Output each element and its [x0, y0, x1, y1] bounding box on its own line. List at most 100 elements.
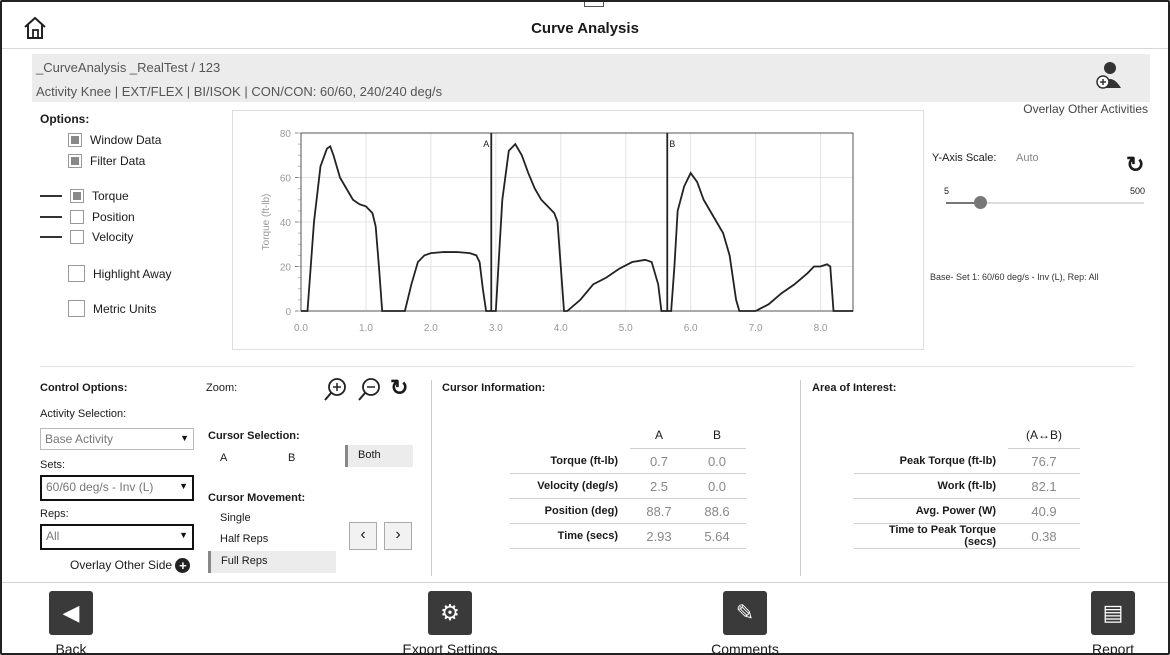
half-reps-option[interactable]: Half Reps: [220, 533, 268, 545]
area-of-interest-title: Area of Interest:: [812, 382, 897, 394]
x-tick-label: 3.0: [489, 323, 503, 334]
sets-dropdown[interactable]: 60/60 deg/s - Inv (L) ▼: [40, 475, 194, 501]
x-tick-label: 0.0: [294, 323, 308, 334]
metric-units-label: Metric Units: [93, 301, 157, 316]
next-button[interactable]: ›: [384, 522, 412, 550]
back-arrow-icon: ◀: [49, 591, 93, 635]
y-tick-label: 40: [280, 218, 292, 229]
reps-value: All: [46, 529, 60, 543]
window-data-option[interactable]: Window Data: [68, 133, 161, 147]
table-row: Time to Peak Torque (secs) 0.38: [854, 523, 1080, 549]
activity-description: Activity Knee | EXT/FLEX | BI/ISOK | CON…: [36, 84, 443, 99]
slider-min-label: 5: [944, 186, 950, 196]
y-axis-title: Torque (ft-lb): [261, 194, 272, 251]
torque-option[interactable]: Torque: [40, 189, 129, 203]
section-divider: [40, 366, 1134, 367]
export-settings-button[interactable]: ⚙ Export Settings: [400, 591, 500, 653]
zoom-reset-icon[interactable]: ↻: [390, 375, 408, 401]
velocity-label: Velocity: [92, 230, 134, 244]
cursor-b-value: 5.64: [688, 523, 746, 549]
y-scale-slider-thumb[interactable]: [974, 196, 987, 209]
y-tick-label: 80: [280, 129, 292, 140]
row-label: Torque (ft-lb): [510, 448, 630, 474]
full-reps-option[interactable]: Full Reps: [208, 551, 336, 573]
activity-selection-dropdown[interactable]: Base Activity ▼: [40, 428, 194, 450]
chevron-down-icon: ▼: [180, 433, 189, 443]
cursor-b-value: 0.0: [688, 448, 746, 474]
control-options-title: Control Options:: [40, 382, 128, 394]
overlay-other-side-label: Overlay Other Side: [70, 558, 173, 572]
zoom-out-icon[interactable]: [356, 377, 382, 403]
single-option[interactable]: Single: [220, 512, 251, 524]
y-tick-label: 0: [285, 307, 291, 318]
x-tick-label: 1.0: [359, 323, 373, 334]
table-row: Work (ft-lb) 82.1: [854, 473, 1080, 499]
sets-label: Sets:: [40, 459, 66, 471]
highlight-away-option[interactable]: Highlight Away: [68, 265, 172, 282]
cursor-a-option[interactable]: A: [220, 452, 227, 464]
table-row: Position (deg) 88.7 88.6: [510, 498, 746, 524]
comments-button[interactable]: ✎ Comments: [702, 591, 788, 653]
test-path: _CurveAnalysis _RealTest / 123: [36, 60, 221, 75]
overlay-activities-button[interactable]: Overlay Other Activities: [1023, 102, 1148, 116]
options-title: Options:: [40, 112, 90, 126]
aoi-value: 76.7: [1008, 448, 1080, 474]
reps-dropdown[interactable]: All ▼: [40, 524, 194, 550]
table-row: Velocity (deg/s) 2.5 0.0: [510, 473, 746, 499]
metric-units-checkbox[interactable]: [68, 300, 85, 317]
x-tick-label: 2.0: [424, 323, 438, 334]
overlay-user-icon[interactable]: [1094, 60, 1124, 90]
page-title: Curve Analysis: [531, 20, 639, 37]
base-set-info: Base- Set 1: 60/60 deg/s - Inv (L), Rep:…: [930, 272, 1099, 282]
x-tick-label: 8.0: [814, 323, 828, 334]
cursor-both-option[interactable]: Both: [345, 445, 413, 467]
cursor-a-value: 0.7: [630, 448, 688, 474]
metric-units-option[interactable]: Metric Units: [68, 300, 156, 317]
bottom-toolbar: ◀ Back ⚙ Export Settings ✎ Comments ▤ Re…: [2, 582, 1168, 655]
velocity-checkbox[interactable]: [70, 230, 84, 244]
section-divider: [800, 380, 801, 576]
velocity-option[interactable]: Velocity: [40, 230, 133, 244]
zoom-in-icon[interactable]: [322, 377, 348, 403]
row-label: Work (ft-lb): [854, 473, 1008, 499]
cursor-b-option[interactable]: B: [288, 452, 295, 464]
position-option[interactable]: Position: [40, 210, 135, 224]
highlight-away-checkbox[interactable]: [68, 265, 85, 282]
row-label: Avg. Power (W): [854, 498, 1008, 524]
previous-button[interactable]: ‹: [349, 522, 377, 550]
torque-checkbox[interactable]: [70, 189, 84, 203]
position-checkbox[interactable]: [70, 210, 84, 224]
cursor-information-table: A B Torque (ft-lb) 0.7 0.0 Velocity (deg…: [510, 422, 746, 549]
y-axis-scale-value: Auto: [1016, 152, 1039, 164]
table-row: Torque (ft-lb) 0.7 0.0: [510, 448, 746, 474]
report-document-icon: ▤: [1091, 591, 1135, 635]
window-data-checkbox[interactable]: [68, 133, 82, 147]
row-label: Velocity (deg/s): [510, 473, 630, 499]
report-label: Report: [1091, 641, 1135, 655]
activity-info-bar: _CurveAnalysis _RealTest / 123 Activity …: [32, 54, 1150, 102]
aoi-value: 40.9: [1008, 498, 1080, 524]
plus-icon[interactable]: +: [175, 558, 191, 574]
x-tick-label: 5.0: [619, 323, 633, 334]
reset-scale-icon[interactable]: ↻: [1126, 152, 1144, 178]
filter-data-option[interactable]: Filter Data: [68, 154, 145, 168]
overlay-other-side-button[interactable]: Overlay Other Side +: [70, 558, 191, 574]
x-tick-label: 7.0: [749, 323, 763, 334]
velocity-line-swatch: [40, 236, 62, 238]
torque-chart[interactable]: 0.0 1.0 2.0 3.0 4.0 5.0 6.0 7.0 8.0 0 20 40 60 80 Torq…: [232, 110, 924, 350]
window-notch: [584, 2, 604, 7]
y-tick-label: 20: [280, 263, 292, 274]
filter-data-checkbox[interactable]: [68, 154, 82, 168]
reps-label: Reps:: [40, 508, 69, 520]
section-divider: [431, 380, 432, 576]
back-button[interactable]: ◀ Back: [46, 591, 96, 653]
report-button[interactable]: ▤ Report: [1088, 591, 1138, 655]
aoi-value: 82.1: [1008, 473, 1080, 499]
column-header-a: A: [630, 422, 688, 449]
highlight-away-label: Highlight Away: [93, 266, 172, 281]
app-window: Curve Analysis _CurveAnalysis _RealTest …: [0, 0, 1170, 655]
settings-gear-icon: ⚙: [428, 591, 472, 635]
zoom-label: Zoom:: [206, 382, 238, 394]
aoi-value: 0.38: [1008, 523, 1080, 549]
torque-chart-svg[interactable]: 0.0 1.0 2.0 3.0 4.0 5.0 6.0 7.0 8.0 0 20 40 60 80 Torq…: [233, 111, 923, 349]
